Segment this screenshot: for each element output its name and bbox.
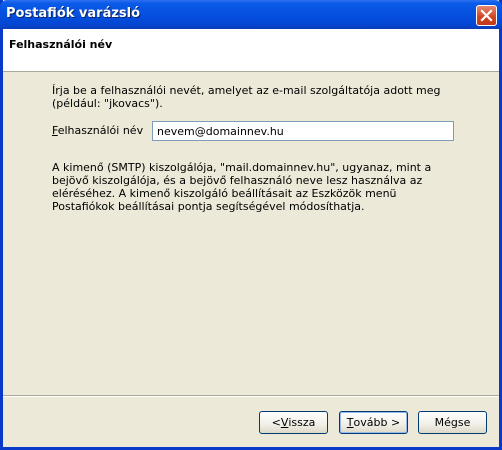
- close-icon: [480, 9, 493, 22]
- next-button-accel: T: [346, 416, 354, 429]
- window-title: Postafiók varázsló: [6, 6, 141, 21]
- footer-divider: [3, 395, 499, 397]
- next-button-rest: ovább >: [353, 416, 401, 429]
- wizard-header: Felhasználói név: [3, 29, 499, 72]
- back-button-prefix: <: [271, 416, 281, 429]
- intro-text: Írja be a felhasználói nevét, amelyet az…: [52, 84, 441, 110]
- title-bar[interactable]: Postafiók varázsló: [0, 0, 502, 29]
- username-input[interactable]: [152, 121, 454, 141]
- back-button-accel: V: [280, 416, 289, 429]
- back-button-rest: issza: [288, 416, 316, 429]
- back-button[interactable]: < Vissza: [259, 411, 328, 434]
- info-text: A kimenő (SMTP) kiszolgálója, "mail.doma…: [52, 161, 432, 213]
- next-button[interactable]: Tovább >: [339, 411, 408, 434]
- username-label: Felhasználói név: [52, 124, 143, 137]
- page-title: Felhasználói név: [9, 38, 113, 51]
- close-button[interactable]: [476, 5, 497, 26]
- wizard-window: Postafiók varázsló Felhasználói név Írja…: [0, 0, 502, 450]
- cancel-button-label: Mégse: [434, 416, 471, 429]
- username-label-rest: elhasználói név: [57, 124, 144, 137]
- cancel-button[interactable]: Mégse: [418, 411, 487, 434]
